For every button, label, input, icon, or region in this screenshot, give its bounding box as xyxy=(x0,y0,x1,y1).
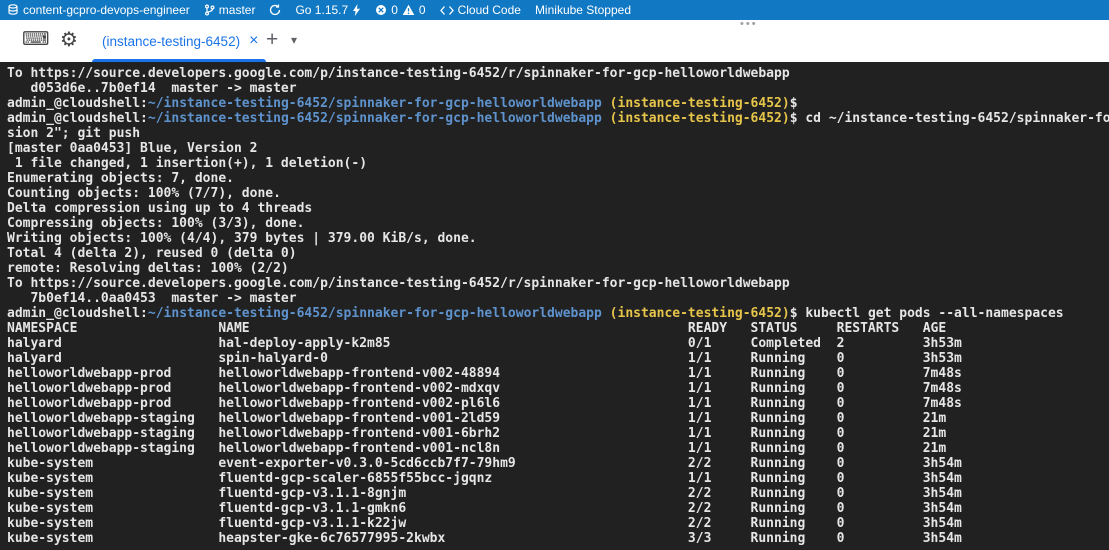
terminal-line: d053d6e..7b0ef14 master -> master xyxy=(7,81,1109,96)
pods-table-row: helloworldwebapp-prod helloworldwebapp-f… xyxy=(7,396,1109,411)
pods-table-row: kube-system fluentd-gcp-v3.1.1-k22jw 2/2… xyxy=(7,516,1109,531)
terminal-line: admin_@cloudshell:~/instance-testing-645… xyxy=(7,96,1109,111)
pods-table-row: halyard hal-deploy-apply-k2m85 0/1 Compl… xyxy=(7,336,1109,351)
statusbar-item-minikube[interactable]: Minikube Stopped xyxy=(528,0,638,20)
statusbar-item-project[interactable]: content-gcpro-devops-engineer xyxy=(0,0,197,20)
keyboard-button[interactable]: ⌨ xyxy=(22,29,49,51)
tab-instance-testing-6452[interactable]: (instance-testing-6452) × xyxy=(88,20,268,62)
terminal-line: Enumerating objects: 7, done. xyxy=(7,171,1109,186)
status-bar: content-gcpro-devops-engineer master Go … xyxy=(0,0,1109,20)
terminal[interactable]: To https://source.developers.google.com/… xyxy=(0,62,1109,550)
terminal-line: admin_@cloudshell:~/instance-testing-645… xyxy=(7,306,1109,321)
pods-table-row: helloworldwebapp-prod helloworldwebapp-f… xyxy=(7,366,1109,381)
prompt-dollar: $ xyxy=(790,96,798,111)
new-tab-button[interactable]: + xyxy=(266,28,278,52)
pods-table-row: helloworldwebapp-staging helloworldwebap… xyxy=(7,411,1109,426)
terminal-line: To https://source.developers.google.com/… xyxy=(7,276,1109,291)
prompt-command: kubectl get pods --all-namespaces xyxy=(798,306,1064,321)
go-version-label: Go 1.15.7 xyxy=(295,3,348,17)
terminal-toolbar: ⌨ ⚙ (instance-testing-6452) × + ▾ ••• xyxy=(0,20,1109,62)
pods-table-row: kube-system event-exporter-v0.3.0-5cd6cc… xyxy=(7,456,1109,471)
warning-icon xyxy=(402,4,415,16)
terminal-line: admin_@cloudshell:~/instance-testing-645… xyxy=(7,111,1109,126)
pods-table-row: kube-system fluentd-gcp-v3.1.1-8gnjm 2/2… xyxy=(7,486,1109,501)
settings-button[interactable]: ⚙ xyxy=(60,29,78,51)
tab-menu-chevron-down-icon[interactable]: ▾ xyxy=(291,33,297,47)
database-icon xyxy=(7,4,19,16)
pods-table-row: kube-system fluentd-gcp-scaler-6855f55bc… xyxy=(7,471,1109,486)
pods-table-row: kube-system fluentd-gcp-v3.1.1-gmkn6 2/2… xyxy=(7,501,1109,516)
terminal-line: Counting objects: 100% (7/7), done. xyxy=(7,186,1109,201)
pods-table-header: NAMESPACE NAME READY STATUS RESTARTS AGE xyxy=(7,321,1109,336)
terminal-line: To https://source.developers.google.com/… xyxy=(7,66,1109,81)
prompt-dollar: $ xyxy=(790,306,798,321)
pods-table-row: helloworldwebapp-prod helloworldwebapp-f… xyxy=(7,381,1109,396)
terminal-line: sion 2"; git push xyxy=(7,126,1109,141)
lightning-icon xyxy=(352,4,361,16)
more-options-icon[interactable]: ••• xyxy=(740,18,758,30)
prompt-env: (instance-testing-6452) xyxy=(602,306,790,321)
terminal-line: [master 0aa0453] Blue, Version 2 xyxy=(7,141,1109,156)
statusbar-item-problems[interactable]: 0 0 xyxy=(368,0,432,20)
warning-count: 0 xyxy=(419,3,426,17)
prompt-env: (instance-testing-6452) xyxy=(602,111,790,126)
prompt-command: cd ~/instance-testing-6452/spinnaker-fo xyxy=(798,111,1109,126)
tab-label: (instance-testing-6452) xyxy=(102,34,240,49)
prompt-user: admin_@cloudshell: xyxy=(7,306,148,321)
terminal-line: Total 4 (delta 2), reused 0 (delta 0) xyxy=(7,246,1109,261)
prompt-env: (instance-testing-6452) xyxy=(602,96,790,111)
pods-table-row: halyard spin-halyard-0 1/1 Running 0 3h5… xyxy=(7,351,1109,366)
statusbar-item-branch[interactable]: master xyxy=(197,0,263,20)
branch-name: master xyxy=(219,3,256,17)
sync-icon xyxy=(269,4,281,16)
prompt-path: ~/instance-testing-6452/spinnaker-for-gc… xyxy=(148,111,602,126)
prompt-path: ~/instance-testing-6452/spinnaker-for-gc… xyxy=(148,306,602,321)
terminal-line: Delta compression using up to 4 threads xyxy=(7,201,1109,216)
prompt-user: admin_@cloudshell: xyxy=(7,96,148,111)
prompt-path: ~/instance-testing-6452/spinnaker-for-gc… xyxy=(148,96,602,111)
statusbar-item-sync[interactable] xyxy=(262,0,288,20)
prompt-user: admin_@cloudshell: xyxy=(7,111,148,126)
pods-table-row: helloworldwebapp-staging helloworldwebap… xyxy=(7,441,1109,456)
terminal-line: Compressing objects: 100% (3/3), done. xyxy=(7,216,1109,231)
error-icon xyxy=(375,4,387,16)
statusbar-item-cloud-code[interactable]: Cloud Code xyxy=(433,0,528,20)
pods-table-row: kube-system heapster-gke-6c76577995-2kwb… xyxy=(7,531,1109,546)
git-branch-icon xyxy=(204,4,215,16)
project-name: content-gcpro-devops-engineer xyxy=(23,3,190,17)
terminal-line: 7b0ef14..0aa0453 master -> master xyxy=(7,291,1109,306)
minikube-status-label: Minikube Stopped xyxy=(535,3,631,17)
statusbar-item-go-version[interactable]: Go 1.15.7 xyxy=(288,0,368,20)
terminal-line: remote: Resolving deltas: 100% (2/2) xyxy=(7,261,1109,276)
prompt-dollar: $ xyxy=(790,111,798,126)
pods-table-row: helloworldwebapp-staging helloworldwebap… xyxy=(7,426,1109,441)
terminal-line: 1 file changed, 1 insertion(+), 1 deleti… xyxy=(7,156,1109,171)
error-count: 0 xyxy=(391,3,398,17)
tab-close-icon[interactable]: × xyxy=(249,34,258,48)
cloud-code-label: Cloud Code xyxy=(458,3,521,17)
terminal-line: Writing objects: 100% (4/4), 379 bytes |… xyxy=(7,231,1109,246)
code-brackets-icon xyxy=(440,5,454,16)
